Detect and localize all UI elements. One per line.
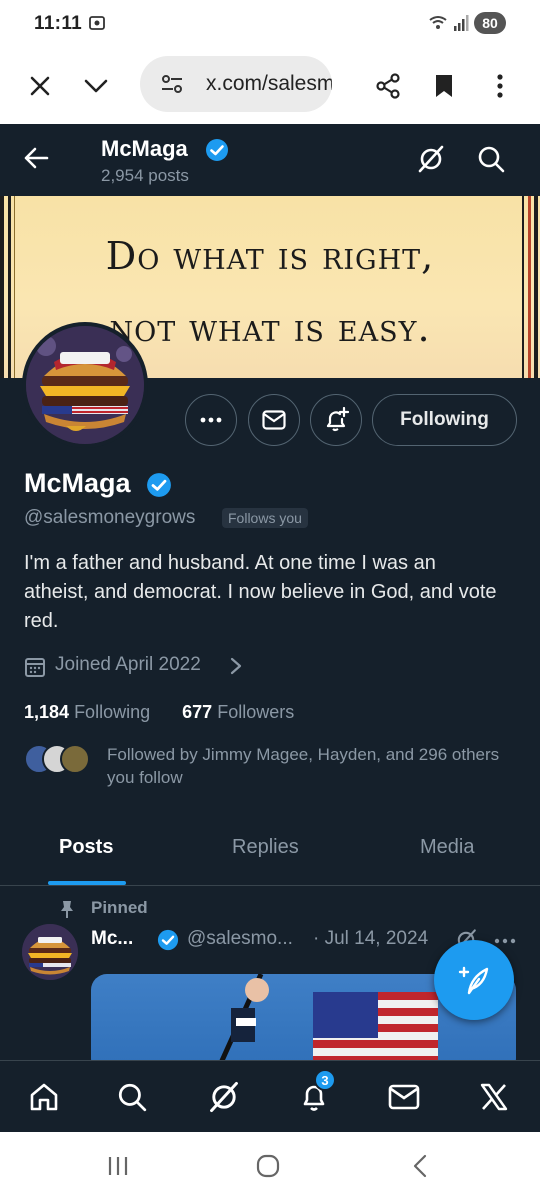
followers-count: 677	[182, 702, 213, 722]
search-icon[interactable]	[112, 1077, 152, 1117]
share-icon[interactable]	[368, 66, 408, 106]
grok-icon[interactable]	[416, 144, 448, 176]
profile-avatar[interactable]	[22, 322, 148, 448]
x-profile-page: McMaga 2,954 posts Do what is right, not…	[0, 124, 540, 1060]
x-bottom-nav: 3	[0, 1060, 540, 1132]
site-settings-icon[interactable]	[160, 73, 184, 95]
calendar-icon	[24, 656, 46, 678]
profile-handle: @salesmoneygrows	[24, 507, 196, 528]
close-tab-icon[interactable]	[20, 66, 60, 106]
url-text: x.com/salesmoneygrows	[206, 72, 332, 95]
header-name: McMaga	[101, 136, 188, 161]
verified-badge-icon	[146, 472, 172, 498]
pin-icon	[58, 899, 76, 919]
battery-indicator: 80	[474, 12, 506, 34]
android-nav-bar	[0, 1132, 540, 1200]
tab-replies[interactable]: Replies	[232, 836, 299, 859]
compose-post-button[interactable]	[434, 940, 514, 1020]
wifi-signal-icon	[428, 14, 470, 32]
recent-apps-icon[interactable]	[98, 1152, 138, 1180]
followers-count-link[interactable]: 677 Followers	[182, 702, 294, 722]
search-icon[interactable]	[476, 144, 508, 176]
follow-counts: 1,184 Following 677 Followers	[24, 702, 294, 723]
post-more-icon[interactable]	[494, 938, 516, 944]
post-author-name[interactable]: Mc...	[91, 928, 133, 950]
browser-toolbar: x.com/salesmoneygrows	[0, 48, 540, 124]
verified-badge-icon	[157, 929, 179, 951]
back-arrow-icon[interactable]	[22, 144, 54, 176]
following-label: Following	[74, 702, 151, 722]
home-icon[interactable]	[24, 1077, 64, 1117]
profile-tabs: Posts Replies Media	[0, 814, 540, 886]
followers-label: Followers	[217, 702, 295, 722]
tab-media[interactable]: Media	[420, 836, 474, 859]
post-author-handle[interactable]: @salesmo...	[187, 928, 293, 950]
banner-quote-line-1: Do what is right,	[105, 234, 435, 278]
x-premium-icon[interactable]	[474, 1077, 514, 1117]
followed-by-avatars[interactable]	[24, 744, 94, 778]
more-options-button[interactable]	[185, 394, 237, 446]
back-button-icon[interactable]	[400, 1152, 440, 1180]
joined-text: Joined April 2022	[55, 654, 201, 675]
more-menu-icon[interactable]	[480, 66, 520, 106]
following-count: 1,184	[24, 702, 70, 722]
message-button[interactable]	[248, 394, 300, 446]
header-posts-count: 2,954 posts	[101, 166, 189, 185]
post-date[interactable]: · Jul 14, 2024	[313, 928, 428, 950]
profile-header-bar: McMaga 2,954 posts	[0, 124, 540, 196]
follows-you-badge: Follows you	[222, 508, 308, 528]
profile-name: McMaga	[24, 468, 131, 498]
messages-icon[interactable]	[384, 1077, 424, 1117]
notifications-badge: 3	[314, 1069, 336, 1091]
post-author-avatar[interactable]	[22, 924, 78, 980]
following-button[interactable]: Following	[372, 394, 517, 446]
status-time: 11:11	[34, 13, 82, 34]
chevron-right-icon	[230, 657, 242, 675]
address-bar[interactable]: x.com/salesmoneygrows	[140, 56, 332, 112]
bookmark-icon[interactable]	[424, 66, 464, 106]
tab-posts[interactable]: Posts	[59, 836, 113, 859]
grok-icon[interactable]	[204, 1077, 244, 1117]
profile-bio: I'm a father and husband. At one time I …	[24, 552, 497, 632]
notify-bell-button[interactable]	[310, 394, 362, 446]
avatar	[60, 744, 90, 774]
home-button-icon[interactable]	[248, 1152, 288, 1180]
status-bar: 11:11 80	[0, 0, 540, 48]
followed-by-text[interactable]: Followed by Jimmy Magee, Hayden, and 296…	[107, 743, 507, 789]
screen-record-icon	[88, 14, 106, 32]
verified-badge-icon	[205, 138, 229, 162]
chevron-down-icon[interactable]	[76, 66, 116, 106]
following-count-link[interactable]: 1,184 Following	[24, 702, 150, 722]
active-tab-indicator	[48, 881, 126, 885]
